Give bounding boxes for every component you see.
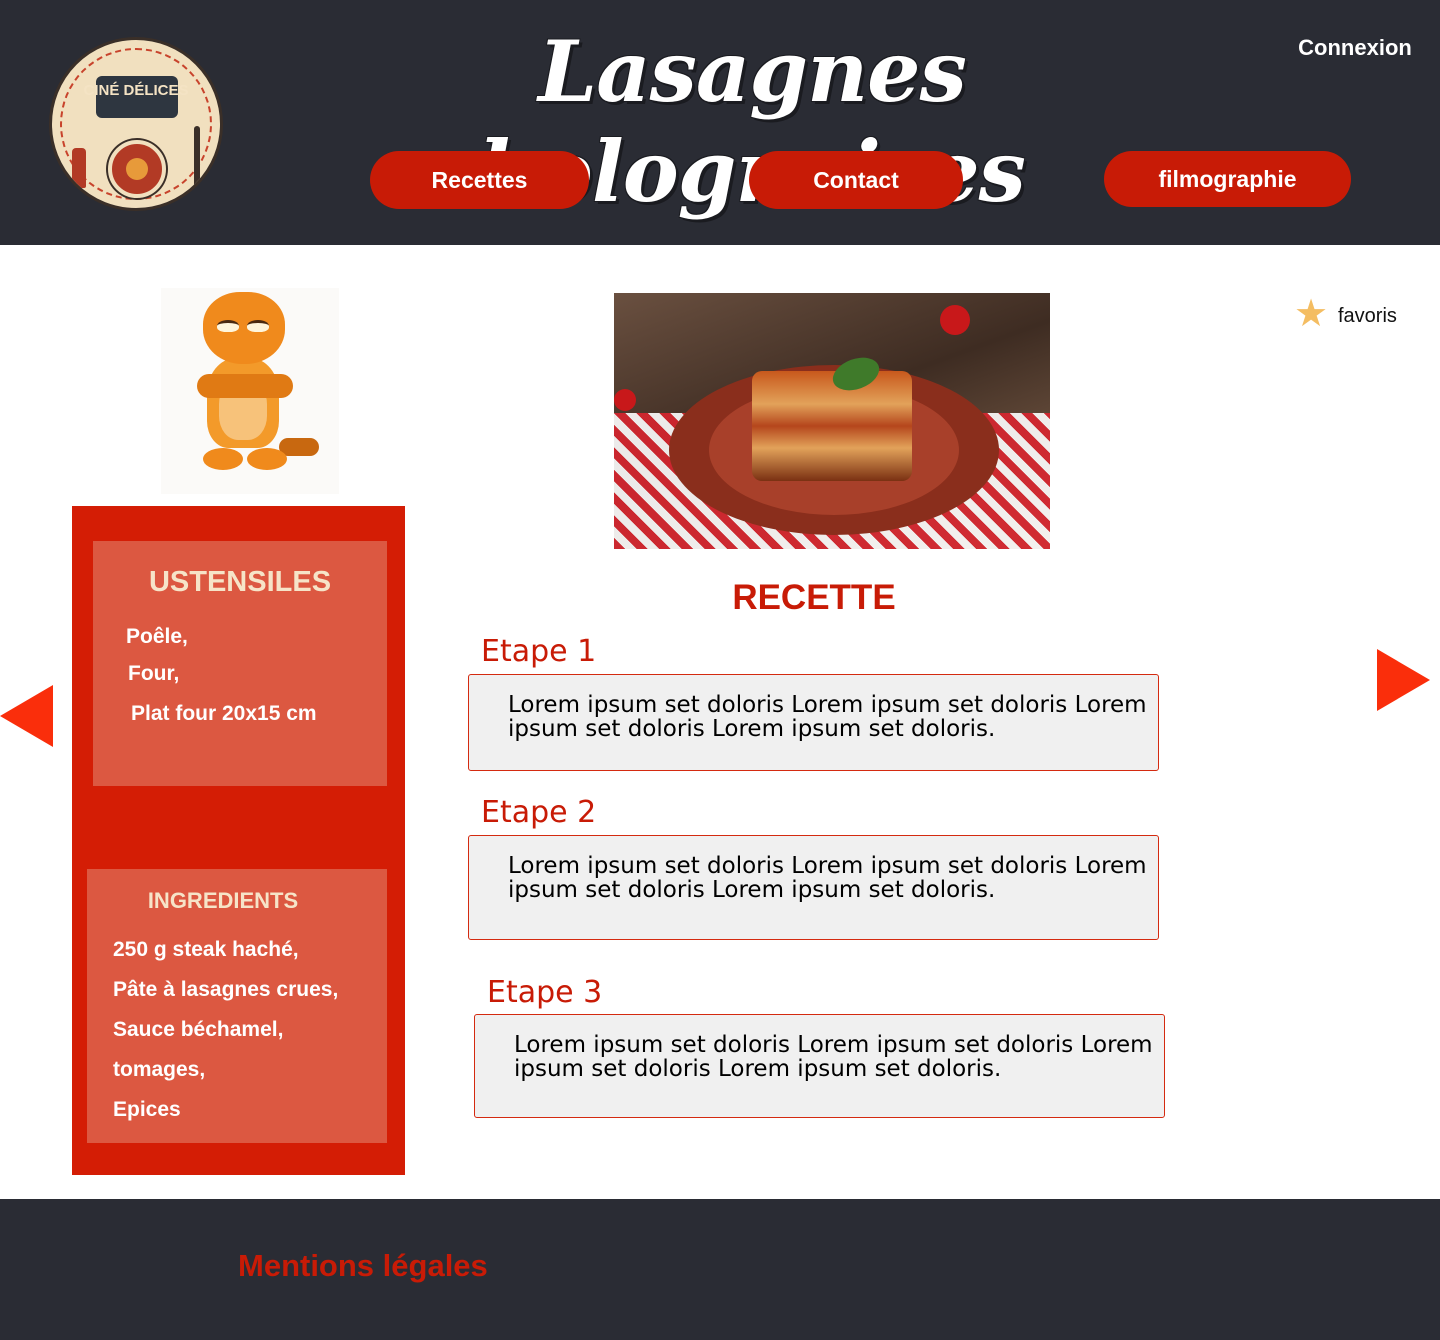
tomato [614, 389, 636, 411]
garfield-eye-right [247, 320, 269, 332]
ustensile-item: Plat four 20x15 cm [131, 702, 317, 725]
footer [0, 1199, 1440, 1340]
ingredient-item: Epices [113, 1098, 181, 1121]
garfield-foot-right [247, 448, 287, 470]
ustensile-item: Poêle, [126, 625, 188, 648]
nav-contact-button[interactable]: Contact [749, 151, 963, 209]
ingredients-title: INGREDIENTS [147, 888, 299, 913]
etape-box: Lorem ipsum set doloris Lorem ipsum set … [474, 1014, 1165, 1118]
ingredient-item: Pâte à lasagnes crues, [113, 978, 339, 1001]
etape-text: Lorem ipsum set doloris Lorem ipsum set … [508, 692, 1147, 742]
ingredient-item: Sauce béchamel, [113, 1018, 284, 1041]
etape-text: Lorem ipsum set doloris Lorem ipsum set … [508, 853, 1147, 903]
page-title: Lasagnes bolognaises [479, 22, 1026, 221]
fork-icon [194, 126, 200, 196]
garfield-head [203, 292, 285, 364]
login-link[interactable]: Connexion [1290, 34, 1420, 62]
favoris-button[interactable]: ★ favoris [1290, 294, 1420, 338]
ustensiles-title: USTENSILES [148, 566, 332, 598]
ustensile-item: Four, [128, 662, 180, 685]
logo-text: CINÉ DÉLICES [83, 82, 189, 99]
next-arrow-icon[interactable] [1377, 649, 1430, 711]
star-icon: ★ [1294, 293, 1329, 335]
garfield-image [161, 288, 339, 494]
ingredient-item: 250 g steak haché, [113, 938, 299, 961]
nav-filmographie-button[interactable]: filmographie [1104, 151, 1351, 207]
garfield-foot-left [203, 448, 243, 470]
recette-title: RECETTE [732, 578, 896, 617]
garfield-arms [197, 374, 293, 398]
etape-box: Lorem ipsum set doloris Lorem ipsum set … [468, 835, 1159, 940]
bottle-icon [72, 148, 86, 188]
lasagna-slice [752, 371, 912, 481]
etape-box: Lorem ipsum set doloris Lorem ipsum set … [468, 674, 1159, 771]
mentions-legales-link[interactable]: Mentions légales [238, 1246, 538, 1286]
plate-icon [108, 140, 166, 198]
etape-text: Lorem ipsum set doloris Lorem ipsum set … [514, 1032, 1153, 1082]
garfield-eye-left [217, 320, 239, 332]
lasagna-photo [614, 293, 1050, 549]
etape-title: Etape 2 [481, 795, 597, 830]
ingredient-item: tomages, [113, 1058, 206, 1081]
previous-arrow-icon[interactable] [0, 685, 53, 747]
nav-recettes-button[interactable]: Recettes [370, 151, 589, 209]
etape-title: Etape 3 [487, 975, 603, 1010]
favoris-label: favoris [1338, 305, 1397, 327]
cine-delices-logo[interactable]: CINÉ DÉLICES [49, 37, 223, 211]
etape-title: Etape 1 [481, 634, 597, 669]
tomato [940, 305, 970, 335]
